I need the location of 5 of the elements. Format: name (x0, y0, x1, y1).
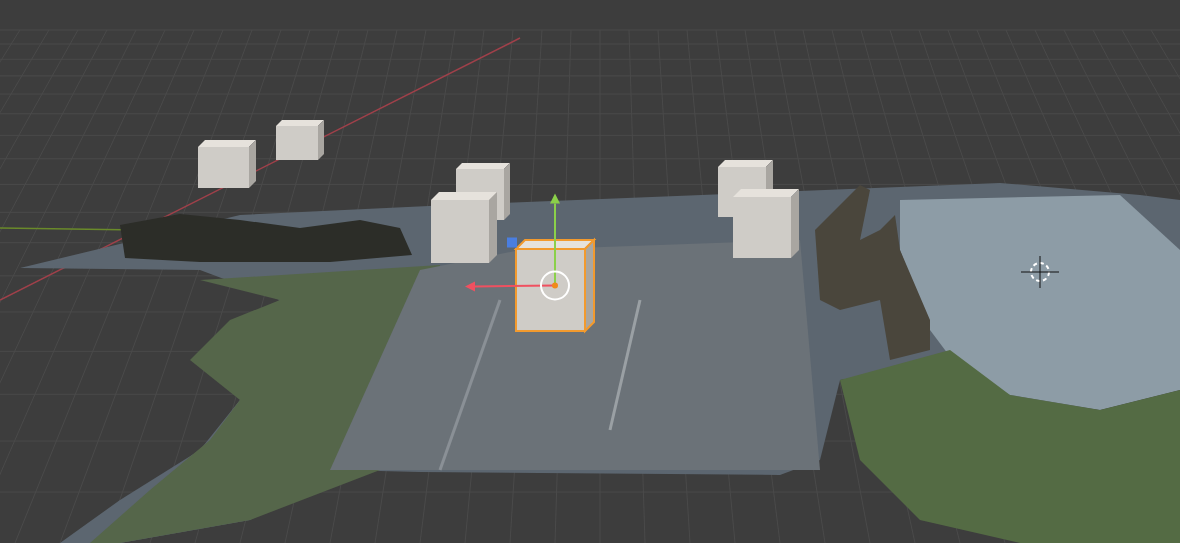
cube[interactable] (513, 237, 597, 334)
cube[interactable] (198, 140, 256, 188)
cursor-icon (1020, 255, 1060, 289)
cube[interactable] (276, 120, 324, 160)
move-gizmo[interactable] (465, 193, 570, 301)
